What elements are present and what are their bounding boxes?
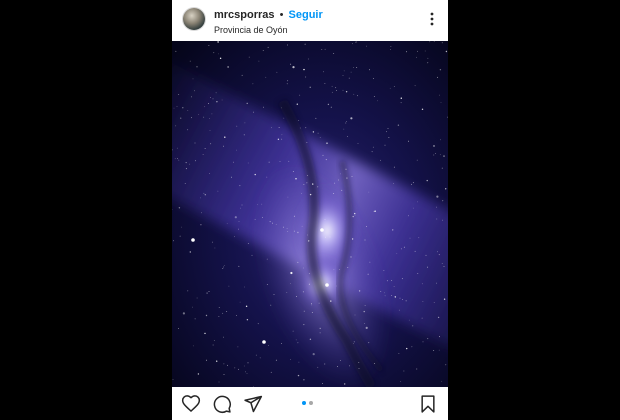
- user-line: mrcsporras • Seguir: [214, 9, 323, 22]
- comment-icon[interactable]: [212, 394, 232, 414]
- follow-button[interactable]: Seguir: [289, 9, 323, 21]
- separator-dot: •: [279, 9, 284, 21]
- bookmark-icon[interactable]: [418, 394, 438, 414]
- post-header: mrcsporras • Seguir Provincia de Oyón: [172, 0, 448, 40]
- share-icon[interactable]: [243, 394, 263, 414]
- heart-icon[interactable]: [181, 394, 201, 414]
- instagram-post: mrcsporras • Seguir Provincia de Oyón: [172, 0, 448, 420]
- milky-way-image: [172, 41, 448, 387]
- post-photo[interactable]: [172, 41, 448, 387]
- carousel-dot: [309, 401, 313, 405]
- carousel-indicator: [302, 401, 316, 407]
- action-bar: [172, 387, 448, 420]
- user-avatar[interactable]: [183, 8, 205, 30]
- location-link[interactable]: Provincia de Oyón: [214, 25, 288, 36]
- carousel-dot-active: [302, 401, 306, 405]
- username[interactable]: mrcsporras: [214, 9, 275, 21]
- more-vertical-icon[interactable]: [426, 11, 438, 27]
